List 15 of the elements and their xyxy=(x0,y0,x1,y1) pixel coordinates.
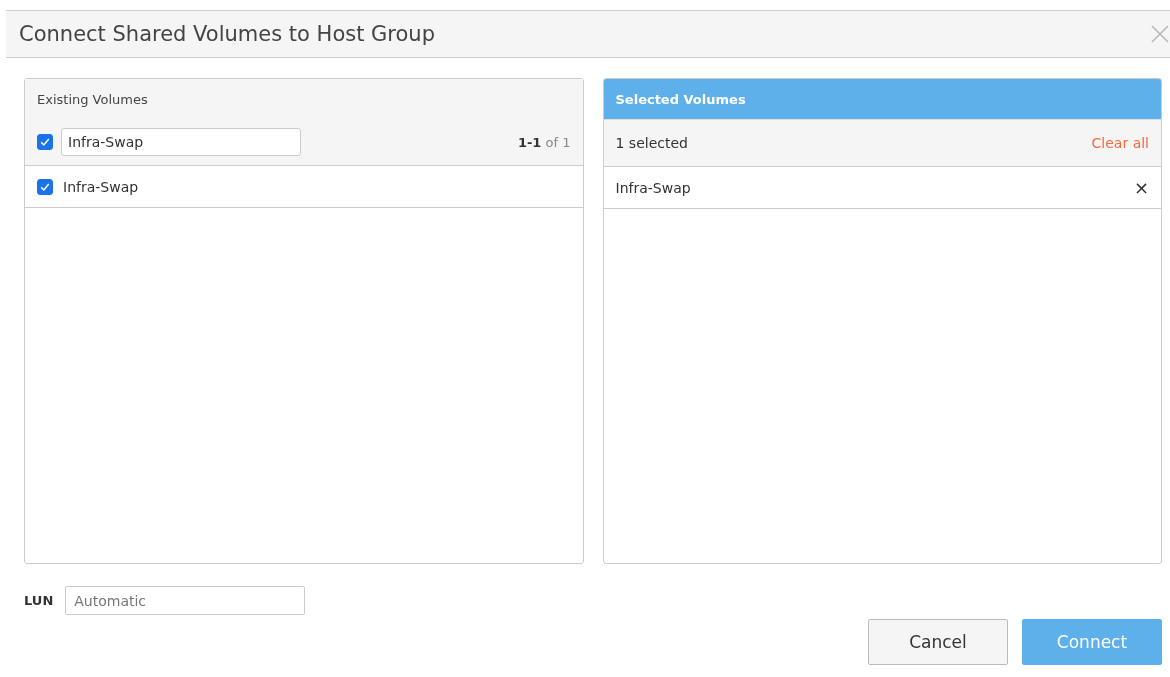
cancel-button[interactable]: Cancel xyxy=(868,619,1008,665)
checkmark-icon xyxy=(39,136,51,148)
dialog-title: Connect Shared Volumes to Host Group xyxy=(19,22,435,46)
panel-title: Selected Volumes xyxy=(615,91,746,107)
filter-field[interactable]: Infra-Swap xyxy=(61,128,301,156)
volume-checkbox[interactable] xyxy=(37,178,53,195)
select-all-checkbox[interactable] xyxy=(37,134,53,150)
result-range: 1-1 of 1 xyxy=(517,134,571,150)
lun-label: LUN xyxy=(24,593,54,608)
selected-count: 1 selected xyxy=(615,135,688,151)
volume-name: Infra-Swap xyxy=(63,178,139,195)
remove-icon[interactable]: × xyxy=(1133,177,1149,198)
panel-title: Existing Volumes xyxy=(37,91,148,107)
lun-field[interactable]: Automatic xyxy=(65,586,306,615)
volume-name: Infra-Swap xyxy=(615,179,691,196)
